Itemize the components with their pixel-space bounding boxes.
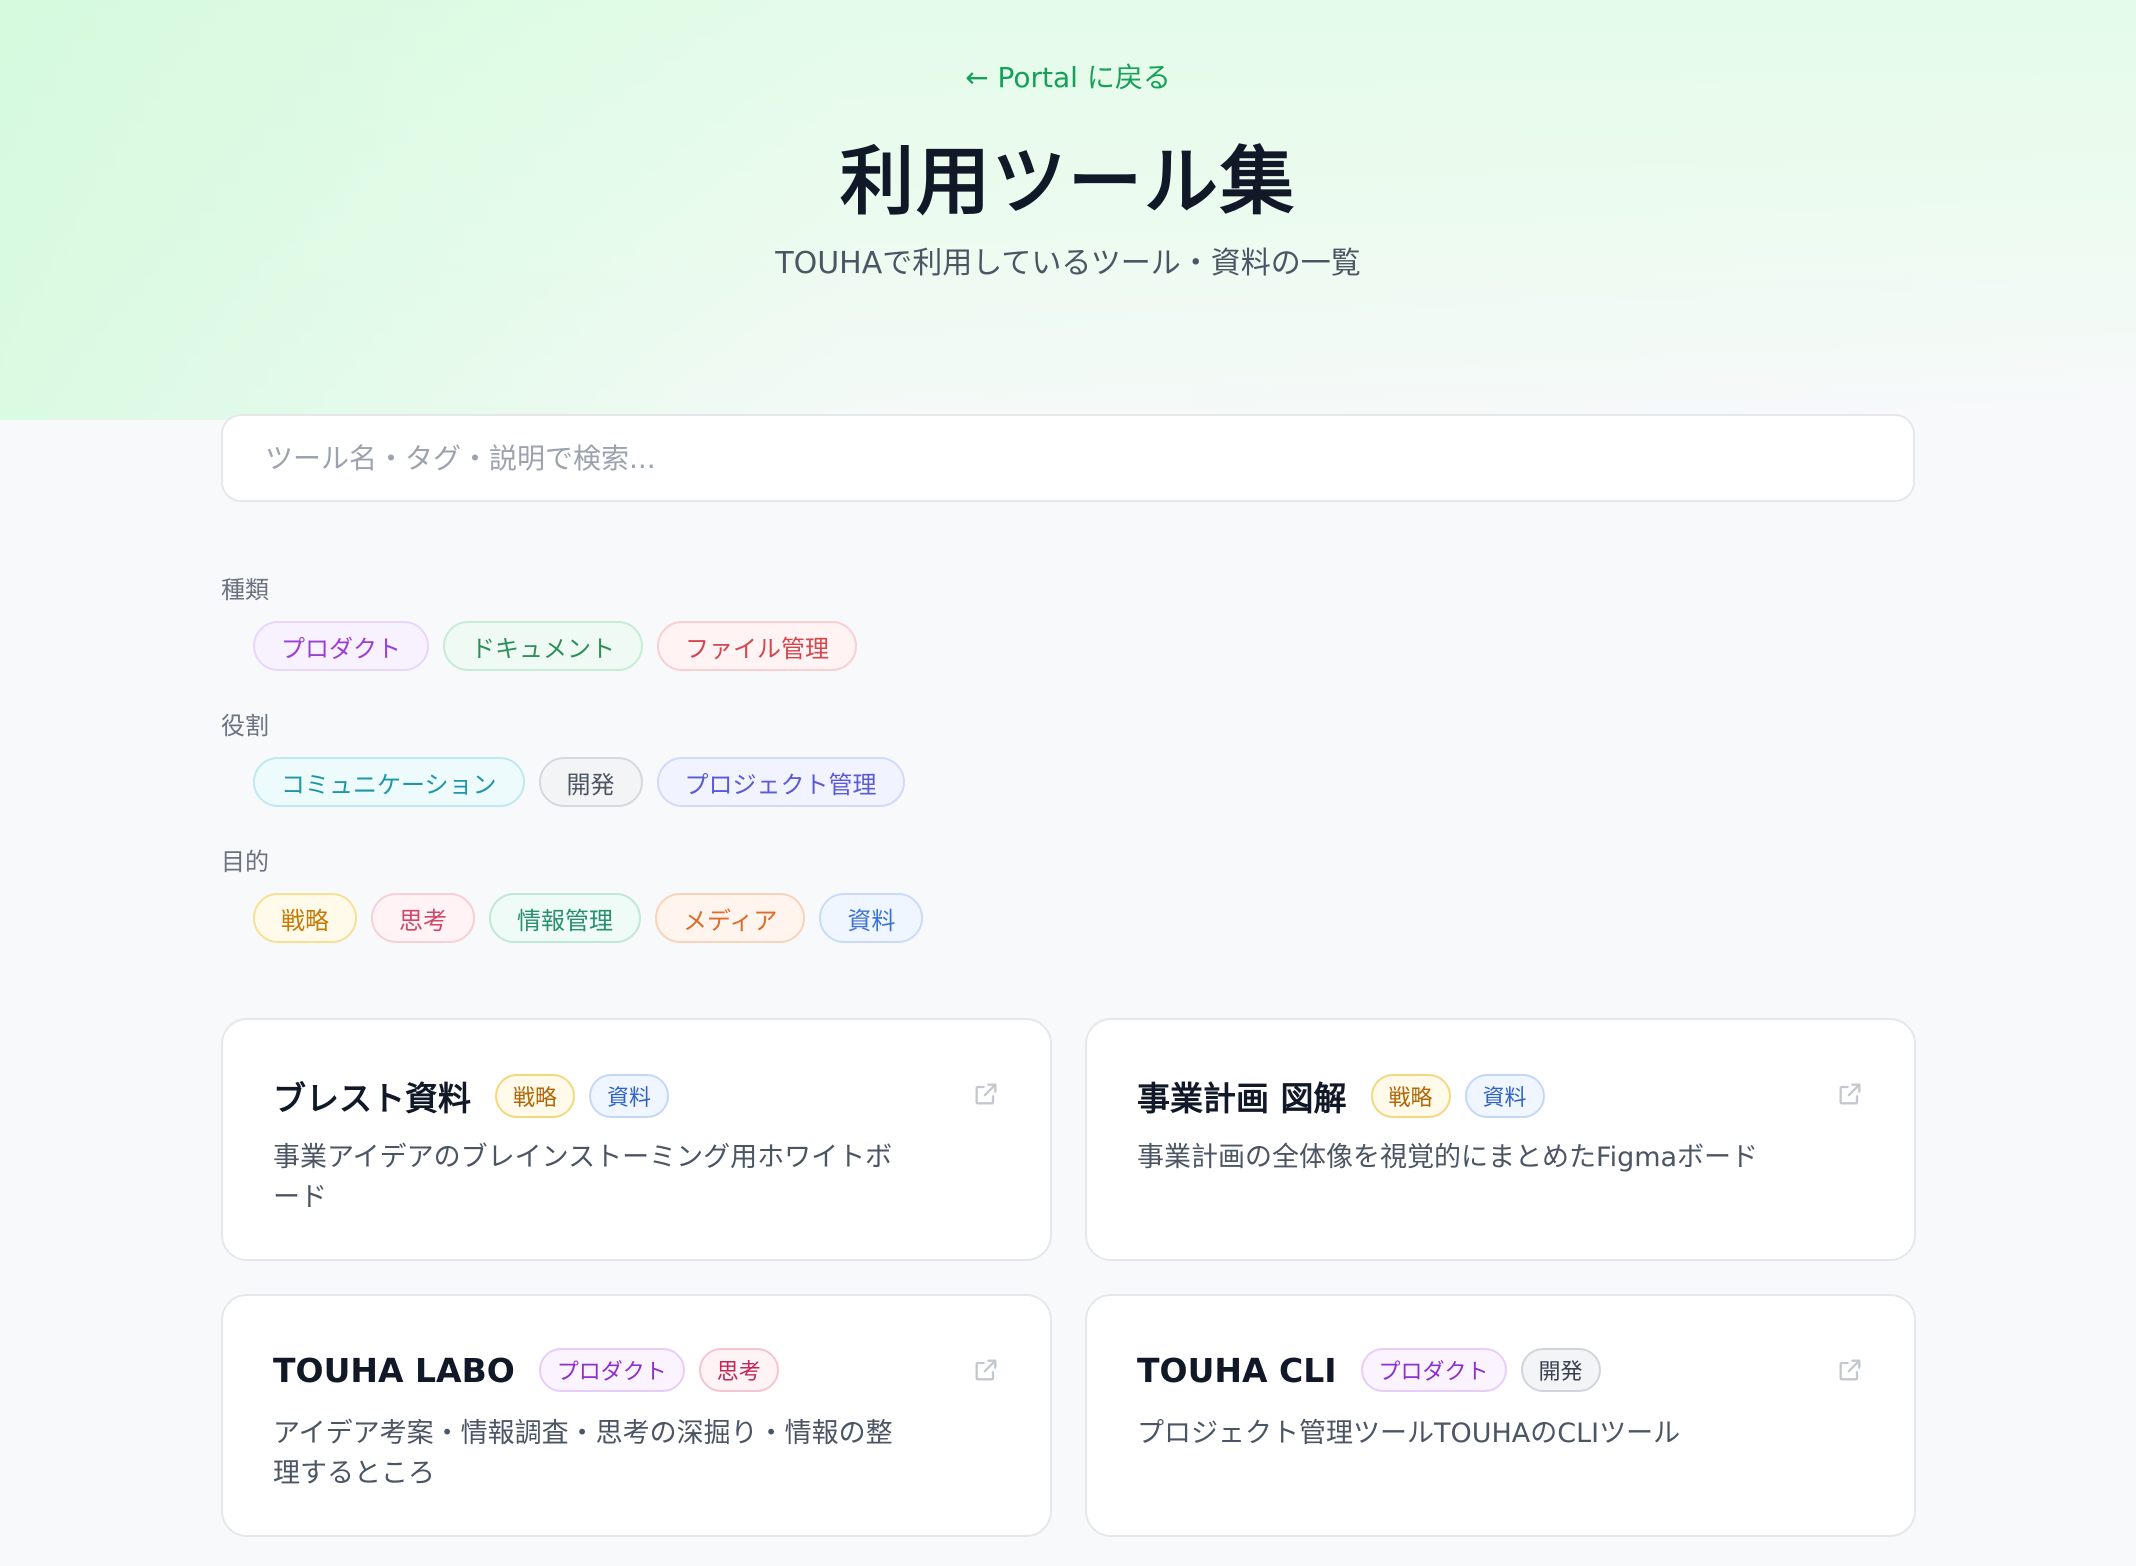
search-box xyxy=(221,414,1915,502)
tool-card-description: 事業計画の全体像を視覚的にまとめたFigmaボード xyxy=(1137,1142,1759,1173)
filter-group-purpose: 目的 戦略 思考 情報管理 メディア 資料 xyxy=(221,842,924,943)
tool-card-title: 事業計画 図解 xyxy=(1137,1079,1347,1118)
search-input[interactable] xyxy=(223,416,1913,500)
external-link-icon xyxy=(1839,1083,1861,1105)
tool-card-title: ブレスト資料 xyxy=(273,1079,471,1118)
tool-card-description: 事業アイデアのブレインストーミング用ホワイトボード xyxy=(273,1142,893,1213)
page-subtitle: TOUHAで利用しているツール・資料の一覧 xyxy=(775,246,1361,281)
filter-chip-file-management[interactable]: ファイル管理 xyxy=(657,621,857,671)
page-title: 利用ツール集 xyxy=(840,139,1296,225)
filter-label-purpose: 目的 xyxy=(221,848,269,876)
tool-card-business-plan[interactable]: 事業計画 図解 戦略 資料 事業計画の全体像を視覚的にまとめたFigmaボード xyxy=(1085,1018,1916,1261)
tool-card-touha-labo[interactable]: TOUHA LABO プロダクト 思考 アイデア考案・情報調査・思考の深掘り・情… xyxy=(221,1294,1052,1537)
back-to-portal-link[interactable]: ← Portal に戻る xyxy=(0,56,2136,96)
filter-chip-project-management[interactable]: プロジェクト管理 xyxy=(656,757,905,807)
tool-card-brainstorm[interactable]: ブレスト資料 戦略 資料 事業アイデアのブレインストーミング用ホワイトボード xyxy=(221,1018,1052,1261)
tool-card-description: アイデア考案・情報調査・思考の深掘り・情報の整理するところ xyxy=(273,1418,893,1489)
filter-label-role: 役割 xyxy=(221,712,269,740)
tool-card-touha-cli[interactable]: TOUHA CLI プロダクト 開発 プロジェクト管理ツールTOUHAのCLIツ… xyxy=(1085,1294,1916,1537)
filter-group-role: 役割 コミュニケーション 開発 プロジェクト管理 xyxy=(221,706,905,807)
filter-chip-development[interactable]: 開発 xyxy=(538,757,643,807)
filter-chip-information-management[interactable]: 情報管理 xyxy=(489,893,641,943)
tool-card-title: TOUHA LABO xyxy=(273,1350,515,1390)
external-link-icon xyxy=(975,1359,997,1381)
tool-card-title: TOUHA CLI xyxy=(1137,1350,1337,1390)
tool-card-tag: 思考 xyxy=(698,1348,779,1392)
filter-group-type: 種類 プロダクト ドキュメント ファイル管理 xyxy=(221,570,857,671)
filter-chip-communication[interactable]: コミュニケーション xyxy=(253,757,525,807)
tool-card-tag: プロダクト xyxy=(1360,1348,1507,1392)
tool-card-tag: 開発 xyxy=(1520,1348,1601,1392)
filter-chip-strategy[interactable]: 戦略 xyxy=(253,893,357,943)
external-link-icon xyxy=(1839,1359,1861,1381)
external-link-icon xyxy=(975,1083,997,1105)
tool-card-tag: 戦略 xyxy=(495,1074,576,1118)
tool-card-description: プロジェクト管理ツールTOUHAのCLIツール xyxy=(1137,1418,1681,1449)
filter-chip-media[interactable]: メディア xyxy=(655,893,806,943)
tool-card-tag: 資料 xyxy=(589,1074,670,1118)
tool-card-tag: プロダクト xyxy=(538,1348,685,1392)
filter-label-type: 種類 xyxy=(221,576,269,604)
filter-chip-materials[interactable]: 資料 xyxy=(819,893,924,943)
tool-card-tag: 戦略 xyxy=(1370,1074,1451,1118)
filter-chip-product[interactable]: プロダクト xyxy=(253,621,429,671)
filter-chip-thinking[interactable]: 思考 xyxy=(371,893,475,943)
tool-card-tag: 資料 xyxy=(1464,1074,1545,1118)
filter-chip-document[interactable]: ドキュメント xyxy=(443,621,643,671)
